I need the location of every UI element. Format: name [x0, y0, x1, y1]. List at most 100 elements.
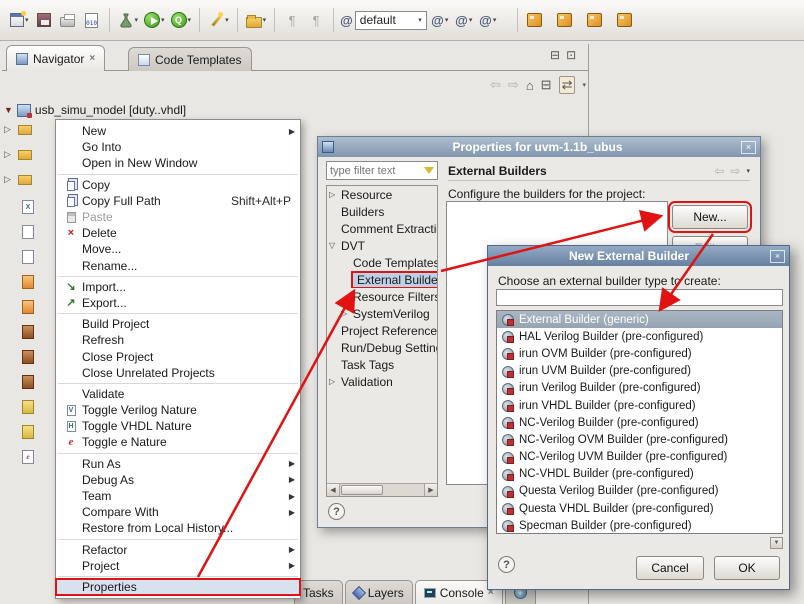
tree-item-external-builders[interactable]: External Builders: [327, 271, 437, 288]
tree-item-code-templates[interactable]: Code Templates: [327, 254, 437, 271]
menu-item-toggle-vhdl-nature[interactable]: HToggle VHDL Nature: [56, 418, 300, 434]
menu-item-run-as[interactable]: Run As▶: [56, 456, 300, 472]
ok-button[interactable]: OK: [714, 556, 780, 580]
help-button[interactable]: ?: [498, 556, 515, 573]
expand-icon[interactable]: ▷: [4, 124, 14, 135]
menu-item-copy-full-path[interactable]: Copy Full PathShift+Alt+P: [56, 193, 300, 209]
builder-option[interactable]: irun Verilog Builder (pre-configured): [497, 380, 782, 397]
tree-item-run-debug-settings[interactable]: Run/Debug Settings: [327, 339, 437, 356]
tree-row[interactable]: [22, 300, 34, 314]
expand-icon[interactable]: ▷: [329, 190, 341, 199]
jar-button-2[interactable]: [554, 7, 576, 33]
quick-fix-button[interactable]: ▾: [206, 7, 231, 33]
project-row[interactable]: ▼ usb_simu_model [duty..vhdl]: [4, 103, 186, 117]
builder-option[interactable]: Specman Builder (pre-configured): [497, 517, 782, 534]
home-icon[interactable]: ⌂: [526, 78, 534, 93]
new-button[interactable]: New...: [672, 205, 748, 229]
builder-option[interactable]: External Builder (generic): [497, 311, 782, 328]
tree-item-validation[interactable]: ▷Validation: [327, 373, 437, 390]
menu-item-build-project[interactable]: Build Project: [56, 316, 300, 332]
menu-item-export[interactable]: ↗Export...: [56, 295, 300, 311]
menu-item-go-into[interactable]: Go Into: [56, 139, 300, 155]
jar-button-1[interactable]: [524, 7, 546, 33]
tree-row[interactable]: ▷: [4, 174, 32, 185]
save-button[interactable]: [33, 7, 55, 33]
project-expander-icon[interactable]: ▼: [4, 105, 13, 115]
new-builder-dialog-titlebar[interactable]: New External Builder ×: [488, 246, 789, 266]
tab-layers[interactable]: Layers: [345, 580, 413, 604]
builder-option[interactable]: HAL Verilog Builder (pre-configured): [497, 328, 782, 345]
tree-item-comment-extraction[interactable]: Comment Extraction: [327, 220, 437, 237]
menu-item-compare-with[interactable]: Compare With▶: [56, 504, 300, 520]
config-button-3[interactable]: @▾: [477, 7, 499, 33]
config-button-1[interactable]: @▾: [429, 7, 451, 33]
builder-option[interactable]: NC-VHDL Builder (pre-configured): [497, 466, 782, 483]
tree-row[interactable]: X: [22, 200, 34, 214]
chevron-down-icon[interactable]: ▾: [746, 167, 750, 175]
default-config-combo[interactable]: default ▾: [355, 11, 427, 30]
tree-row[interactable]: [22, 325, 34, 339]
builder-filter-input[interactable]: [496, 289, 783, 306]
minimize-icon[interactable]: ⊟: [550, 48, 560, 62]
print-button[interactable]: [57, 7, 79, 33]
menu-item-close-project[interactable]: Close Project: [56, 348, 300, 364]
menu-item-close-unrelated-projects[interactable]: Close Unrelated Projects: [56, 365, 300, 381]
menu-item-refresh[interactable]: Refresh: [56, 332, 300, 348]
tree-item-resource-filters[interactable]: Resource Filters: [327, 288, 437, 305]
close-icon[interactable]: ×: [89, 53, 95, 64]
external-tools-button[interactable]: ▾: [116, 7, 141, 33]
tree-row[interactable]: ▷: [4, 124, 32, 135]
maximize-icon[interactable]: ⊡: [566, 48, 576, 62]
builder-option[interactable]: Questa VHDL Builder (pre-configured): [497, 500, 782, 517]
menu-item-project[interactable]: Project▶: [56, 558, 300, 574]
builder-option[interactable]: irun OVM Builder (pre-configured): [497, 345, 782, 362]
menu-item-toggle-e-nature[interactable]: eToggle e Nature: [56, 434, 300, 450]
back-icon[interactable]: ⇦: [490, 77, 501, 93]
open-resource-button[interactable]: ▾: [244, 7, 269, 33]
tree-row[interactable]: [22, 350, 34, 364]
scroll-left-icon[interactable]: ◀: [327, 484, 340, 496]
menu-item-debug-as[interactable]: Debug As▶: [56, 472, 300, 488]
menu-item-team[interactable]: Team▶: [56, 488, 300, 504]
tree-item-builders[interactable]: Builders: [327, 203, 437, 220]
run-button[interactable]: ▾: [142, 7, 167, 33]
menu-item-new[interactable]: New▶: [56, 123, 300, 139]
menu-item-import[interactable]: ↘Import...: [56, 279, 300, 295]
tree-row[interactable]: ▷: [4, 149, 32, 160]
menu-item-properties[interactable]: Properties: [56, 579, 300, 595]
filter-input[interactable]: [327, 165, 424, 177]
tree-row[interactable]: e: [22, 450, 34, 464]
link-with-editor-icon[interactable]: ⇄: [559, 76, 576, 94]
view-menu-icon[interactable]: ▾: [582, 81, 586, 89]
format-button[interactable]: ¶: [305, 7, 327, 33]
binary-file-button[interactable]: 010: [81, 7, 103, 33]
expand-icon[interactable]: ▽: [329, 241, 341, 250]
menu-item-toggle-verilog-nature[interactable]: VToggle Verilog Nature: [56, 402, 300, 418]
tree-row[interactable]: [22, 225, 34, 239]
coverage-button[interactable]: Q▾: [169, 7, 194, 33]
tab-navigator[interactable]: Navigator ×: [6, 45, 105, 71]
menu-item-validate[interactable]: Validate: [56, 386, 300, 402]
expand-icon[interactable]: ▷: [341, 309, 353, 318]
builder-option[interactable]: Questa Verilog Builder (pre-configured): [497, 483, 782, 500]
back-icon[interactable]: ⇦: [714, 164, 724, 178]
builder-option[interactable]: NC-Verilog Builder (pre-configured): [497, 414, 782, 431]
menu-item-paste[interactable]: Paste: [56, 209, 300, 225]
tab-code-templates[interactable]: Code Templates: [128, 47, 252, 71]
forward-icon[interactable]: ⇨: [730, 164, 740, 178]
builder-option[interactable]: irun UVM Builder (pre-configured): [497, 363, 782, 380]
collapse-all-icon[interactable]: ⊟: [541, 77, 552, 93]
menu-item-restore-from-local-history[interactable]: Restore from Local History...: [56, 520, 300, 536]
builder-option[interactable]: NC-Verilog UVM Builder (pre-configured): [497, 449, 782, 466]
scroll-down-icon[interactable]: ▼: [770, 537, 783, 549]
scrollbar-thumb[interactable]: [341, 485, 383, 495]
menu-item-copy[interactable]: Copy: [56, 177, 300, 193]
tree-item-dvt[interactable]: ▽DVT: [327, 237, 437, 254]
tree-item-project-references[interactable]: Project References: [327, 322, 437, 339]
expand-icon[interactable]: ▷: [4, 174, 14, 185]
jar-button-3[interactable]: [584, 7, 606, 33]
builder-option[interactable]: NC-Verilog OVM Builder (pre-configured): [497, 431, 782, 448]
builder-option[interactable]: irun VHDL Builder (pre-configured): [497, 397, 782, 414]
tree-row[interactable]: [22, 400, 34, 414]
menu-item-open-in-new-window[interactable]: Open in New Window: [56, 155, 300, 171]
